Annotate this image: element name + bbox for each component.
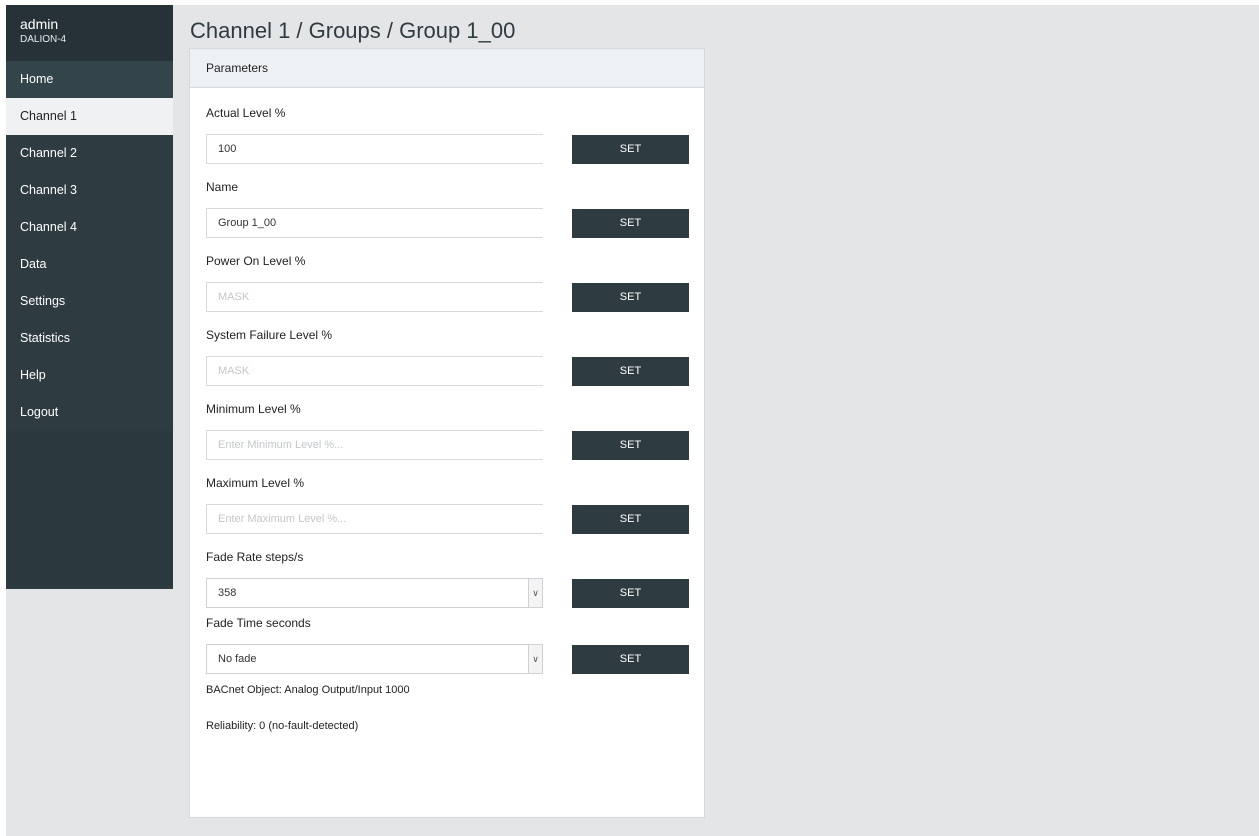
field-label: Fade Time seconds <box>206 616 311 630</box>
set-name-button[interactable]: SET <box>572 209 689 238</box>
actual-level-input[interactable] <box>206 134 543 164</box>
sidebar-item-channel-4[interactable]: Channel 4 <box>6 209 173 246</box>
field-power-on-level: Power On Level % SET <box>206 254 690 313</box>
field-maximum-level: Maximum Level % SET <box>206 476 690 535</box>
set-fade-time-button[interactable]: SET <box>572 645 689 674</box>
sidebar-item-channel-1[interactable]: Channel 1 <box>6 98 173 135</box>
page-title: Channel 1 / Groups / Group 1_00 <box>190 18 516 43</box>
field-label: Minimum Level % <box>206 402 301 416</box>
sidebar-header: admin DALION-4 <box>6 5 173 61</box>
set-actual-level-button[interactable]: SET <box>572 135 689 164</box>
fade-time-select[interactable]: No fade ∨ <box>206 644 543 674</box>
sidebar-item-data[interactable]: Data <box>6 246 173 283</box>
reliability-info: Reliability: 0 (no-fault-detected) <box>206 720 359 732</box>
field-label: System Failure Level % <box>206 328 333 342</box>
minimum-level-input[interactable] <box>206 430 543 460</box>
sidebar-filler <box>6 431 173 586</box>
fade-rate-select[interactable]: 358 ∨ <box>206 578 543 608</box>
sidebar-item-channel-2[interactable]: Channel 2 <box>6 135 173 172</box>
field-label: Power On Level % <box>206 254 306 268</box>
power-on-level-input[interactable] <box>206 282 543 312</box>
panel-header: Parameters <box>190 49 704 88</box>
set-power-on-level-button[interactable]: SET <box>572 283 689 312</box>
sidebar: admin DALION-4 Home Channel 1 Channel 2 … <box>6 5 173 589</box>
sidebar-item-help[interactable]: Help <box>6 357 173 394</box>
maximum-level-input[interactable] <box>206 504 543 534</box>
name-input[interactable] <box>206 208 543 238</box>
set-system-failure-level-button[interactable]: SET <box>572 357 689 386</box>
fade-rate-selected-value: 358 <box>218 587 237 599</box>
device-name: DALION-4 <box>20 34 67 45</box>
sidebar-item-home[interactable]: Home <box>6 61 173 98</box>
sidebar-item-logout[interactable]: Logout <box>6 394 173 431</box>
system-failure-level-input[interactable] <box>206 356 543 386</box>
user-name: admin <box>20 16 59 32</box>
field-system-failure-level: System Failure Level % SET <box>206 328 690 387</box>
field-label: Actual Level % <box>206 106 286 120</box>
field-fade-rate: Fade Rate steps/s 358 ∨ SET <box>206 550 690 609</box>
sidebar-item-statistics[interactable]: Statistics <box>6 320 173 357</box>
set-fade-rate-button[interactable]: SET <box>572 579 689 608</box>
field-fade-time: Fade Time seconds No fade ∨ SET <box>206 616 690 675</box>
field-minimum-level: Minimum Level % SET <box>206 402 690 461</box>
chevron-down-icon[interactable]: ∨ <box>528 645 542 673</box>
chevron-down-icon[interactable]: ∨ <box>528 579 542 607</box>
set-maximum-level-button[interactable]: SET <box>572 505 689 534</box>
field-actual-level: Actual Level % SET <box>206 106 690 165</box>
fade-time-selected-value: No fade <box>218 653 257 665</box>
sidebar-item-settings[interactable]: Settings <box>6 283 173 320</box>
sidebar-item-channel-3[interactable]: Channel 3 <box>6 172 173 209</box>
field-label: Maximum Level % <box>206 476 305 490</box>
field-name: Name SET <box>206 180 690 239</box>
bacnet-object-info: BACnet Object: Analog Output/Input 1000 <box>206 684 410 696</box>
set-minimum-level-button[interactable]: SET <box>572 431 689 460</box>
field-label: Fade Rate steps/s <box>206 550 304 564</box>
field-label: Name <box>206 180 239 194</box>
parameters-panel: Parameters Actual Level % SET Name SET P… <box>189 48 705 818</box>
